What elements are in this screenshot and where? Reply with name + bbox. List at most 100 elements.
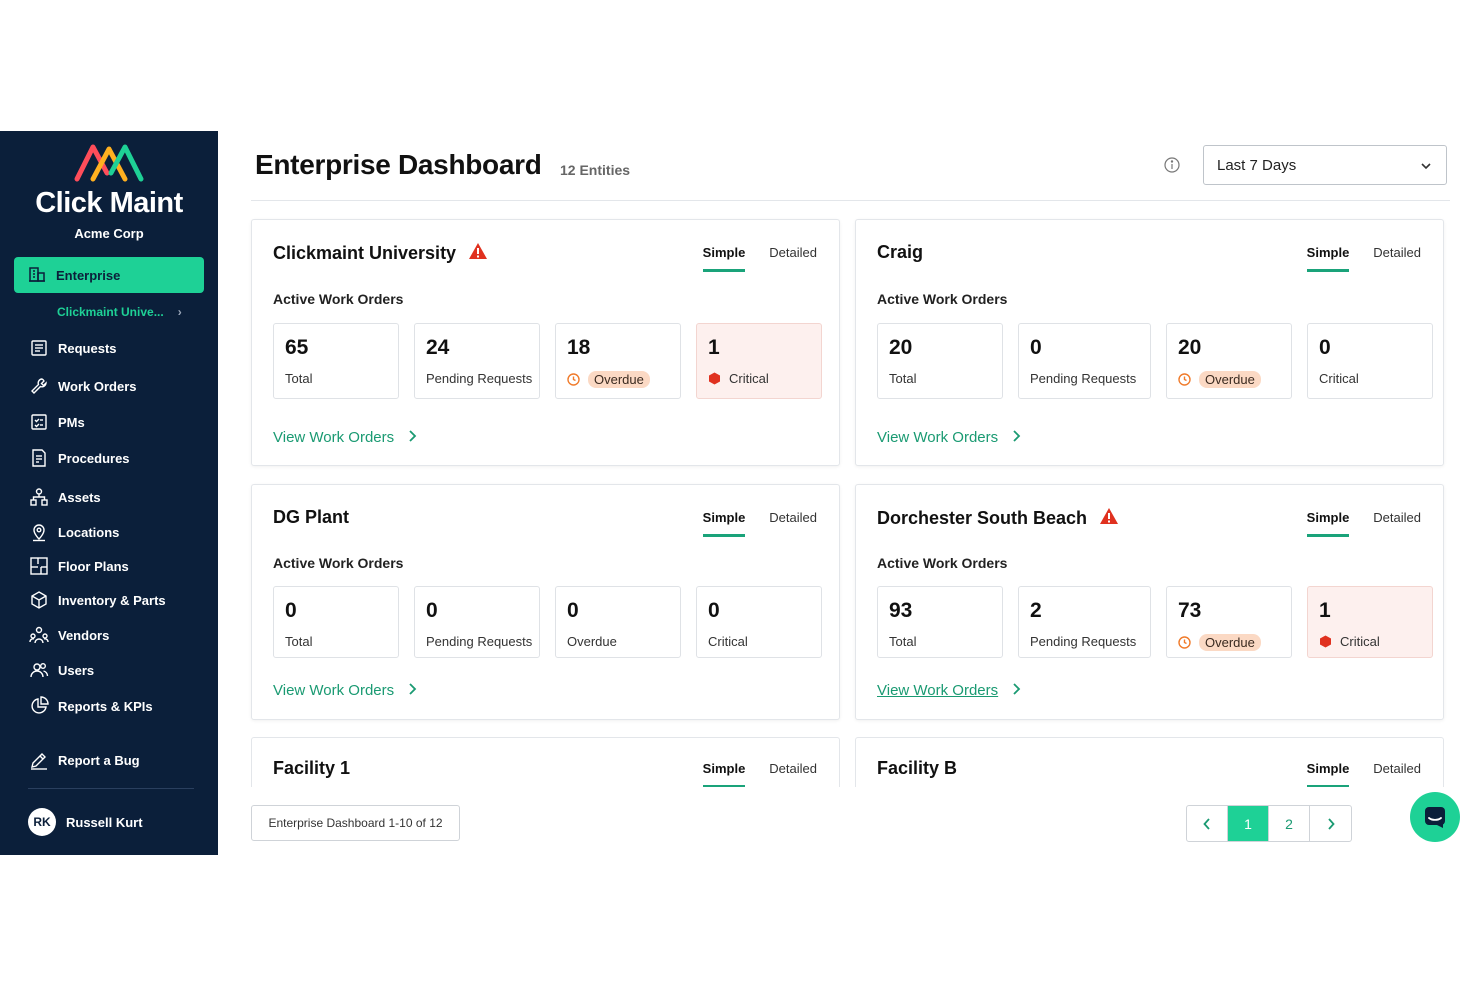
- stat-pending-requests[interactable]: 0 Pending Requests: [1018, 323, 1151, 399]
- tab-simple[interactable]: Simple: [1306, 761, 1350, 788]
- chevron-right-icon: ›: [177, 305, 182, 319]
- pie-chart-icon: [28, 695, 50, 717]
- location-pin-icon: [28, 521, 50, 543]
- view-tabs: Simple Detailed: [1283, 245, 1421, 272]
- view-work-orders-link[interactable]: View Work Orders: [877, 682, 1021, 699]
- tab-simple[interactable]: Simple: [1306, 245, 1350, 272]
- sidebar-item-report-bug[interactable]: Report a Bug: [28, 748, 140, 772]
- stat-total[interactable]: 93 Total: [877, 586, 1003, 658]
- sidebar-item-label: Procedures: [58, 450, 130, 466]
- chat-button[interactable]: [1410, 792, 1460, 842]
- stat-value: 93: [889, 599, 913, 622]
- stat-total[interactable]: 65 Total: [273, 323, 399, 399]
- user-profile[interactable]: RK Russell Kurt: [28, 808, 143, 836]
- card-title-text: Clickmaint University: [273, 243, 457, 263]
- sidebar-item-inventory-parts[interactable]: Inventory & Parts: [28, 588, 166, 612]
- tab-simple[interactable]: Simple: [702, 761, 746, 788]
- stat-label: Critical: [1319, 371, 1359, 386]
- view-tabs: Simple Detailed: [1283, 510, 1421, 537]
- sidebar-item-label: PMs: [58, 414, 85, 430]
- page-1-button[interactable]: 1: [1228, 806, 1269, 841]
- stat-total[interactable]: 20 Total: [877, 323, 1003, 399]
- stat-value: 2: [1030, 599, 1042, 622]
- floor-plan-icon: [28, 555, 50, 577]
- stat-label: Overdue: [1178, 371, 1261, 388]
- stat-pending-requests[interactable]: 0 Pending Requests: [414, 586, 540, 658]
- sidebar-item-label: Enterprise: [56, 267, 121, 283]
- stat-pending-requests[interactable]: 2 Pending Requests: [1018, 586, 1151, 658]
- clock-icon: [1178, 373, 1191, 386]
- sidebar-item-assets[interactable]: Assets: [28, 485, 101, 509]
- prev-page-button[interactable]: [1187, 806, 1228, 841]
- overdue-pill: Overdue: [1199, 371, 1261, 388]
- stat-critical[interactable]: 1 Critical: [1307, 586, 1433, 658]
- wrench-icon: [28, 375, 50, 397]
- stats-row: 20 Total 0 Pending Requests 20 Overdue 0: [877, 323, 1448, 399]
- clock-icon: [567, 373, 580, 386]
- stat-value: 18: [567, 336, 591, 359]
- sidebar-item-floor-plans[interactable]: Floor Plans: [28, 554, 129, 578]
- card-title-text: Facility B: [877, 758, 958, 778]
- tab-detailed[interactable]: Detailed: [769, 245, 817, 272]
- stat-pending-requests[interactable]: 24 Pending Requests: [414, 323, 540, 399]
- stat-total[interactable]: 0 Total: [273, 586, 399, 658]
- header-divider: [251, 200, 1450, 201]
- tab-detailed[interactable]: Detailed: [1373, 245, 1421, 272]
- critical-hexagon-icon: [708, 372, 721, 385]
- tab-simple[interactable]: Simple: [702, 510, 746, 537]
- stat-label: Critical: [708, 371, 769, 386]
- avatar: RK: [28, 808, 56, 836]
- vendors-icon: [28, 624, 50, 646]
- stat-critical[interactable]: 0 Critical: [1307, 323, 1433, 399]
- info-icon[interactable]: [1164, 157, 1180, 178]
- card-title: Clickmaint University: [273, 242, 488, 265]
- card-title-text: DG Plant: [273, 507, 350, 527]
- sidebar-subitem-clickmaint-university[interactable]: Clickmaint Unive... ›: [57, 305, 197, 319]
- sidebar-item-users[interactable]: Users: [28, 658, 94, 682]
- sidebar-item-work-orders[interactable]: Work Orders: [28, 374, 137, 398]
- chevron-right-icon: [1012, 429, 1021, 446]
- view-work-orders-link[interactable]: View Work Orders: [273, 429, 417, 446]
- stat-overdue[interactable]: 20 Overdue: [1166, 323, 1292, 399]
- stat-overdue[interactable]: 18 Overdue: [555, 323, 681, 399]
- sidebar-item-label: Users: [58, 662, 95, 678]
- sidebar-item-label: Inventory & Parts: [58, 592, 166, 608]
- view-tabs: Simple Detailed: [1283, 761, 1421, 788]
- date-range-select[interactable]: Last 7 Days: [1203, 145, 1447, 185]
- stat-critical[interactable]: 1 Critical: [696, 323, 822, 399]
- tab-detailed[interactable]: Detailed: [769, 761, 817, 788]
- tab-simple[interactable]: Simple: [1306, 510, 1350, 537]
- sidebar-item-locations[interactable]: Locations: [28, 520, 119, 544]
- stat-overdue[interactable]: 73 Overdue: [1166, 586, 1292, 658]
- entity-card-craig: Craig Simple Detailed Active Work Orders…: [855, 219, 1444, 466]
- next-page-button[interactable]: [1310, 806, 1351, 841]
- sidebar-item-reports-kpis[interactable]: Reports & KPIs: [28, 694, 153, 718]
- stat-label: Total: [285, 371, 313, 386]
- stat-label: Overdue: [1178, 634, 1261, 651]
- sidebar-item-label: Vendors: [58, 627, 110, 643]
- sidebar-item-vendors[interactable]: Vendors: [28, 623, 109, 647]
- link-text: View Work Orders: [877, 429, 999, 446]
- stat-value: 0: [708, 599, 720, 622]
- sidebar-item-enterprise[interactable]: Enterprise: [14, 257, 204, 293]
- tab-detailed[interactable]: Detailed: [1373, 761, 1421, 788]
- section-label: Active Work Orders: [877, 555, 1008, 571]
- view-work-orders-link[interactable]: View Work Orders: [273, 682, 417, 699]
- chevron-right-icon: [1327, 817, 1335, 830]
- date-range-value: Last 7 Days: [1217, 156, 1297, 174]
- sidebar-item-requests[interactable]: Requests: [28, 336, 117, 360]
- users-icon: [28, 659, 50, 681]
- view-work-orders-link[interactable]: View Work Orders: [877, 429, 1021, 446]
- tab-simple[interactable]: Simple: [702, 245, 746, 272]
- tab-detailed[interactable]: Detailed: [769, 510, 817, 537]
- warning-icon: [1099, 507, 1119, 530]
- page-2-button[interactable]: 2: [1269, 806, 1310, 841]
- building-icon: [28, 265, 46, 286]
- sidebar-item-procedures[interactable]: Procedures: [28, 446, 130, 470]
- tab-detailed[interactable]: Detailed: [1373, 510, 1421, 537]
- sidebar-item-pms[interactable]: PMs: [28, 410, 85, 434]
- card-title: DG Plant: [273, 507, 349, 528]
- stat-overdue[interactable]: 0 Overdue: [555, 586, 681, 658]
- stat-critical[interactable]: 0 Critical: [696, 586, 822, 658]
- checklist-icon: [28, 411, 50, 433]
